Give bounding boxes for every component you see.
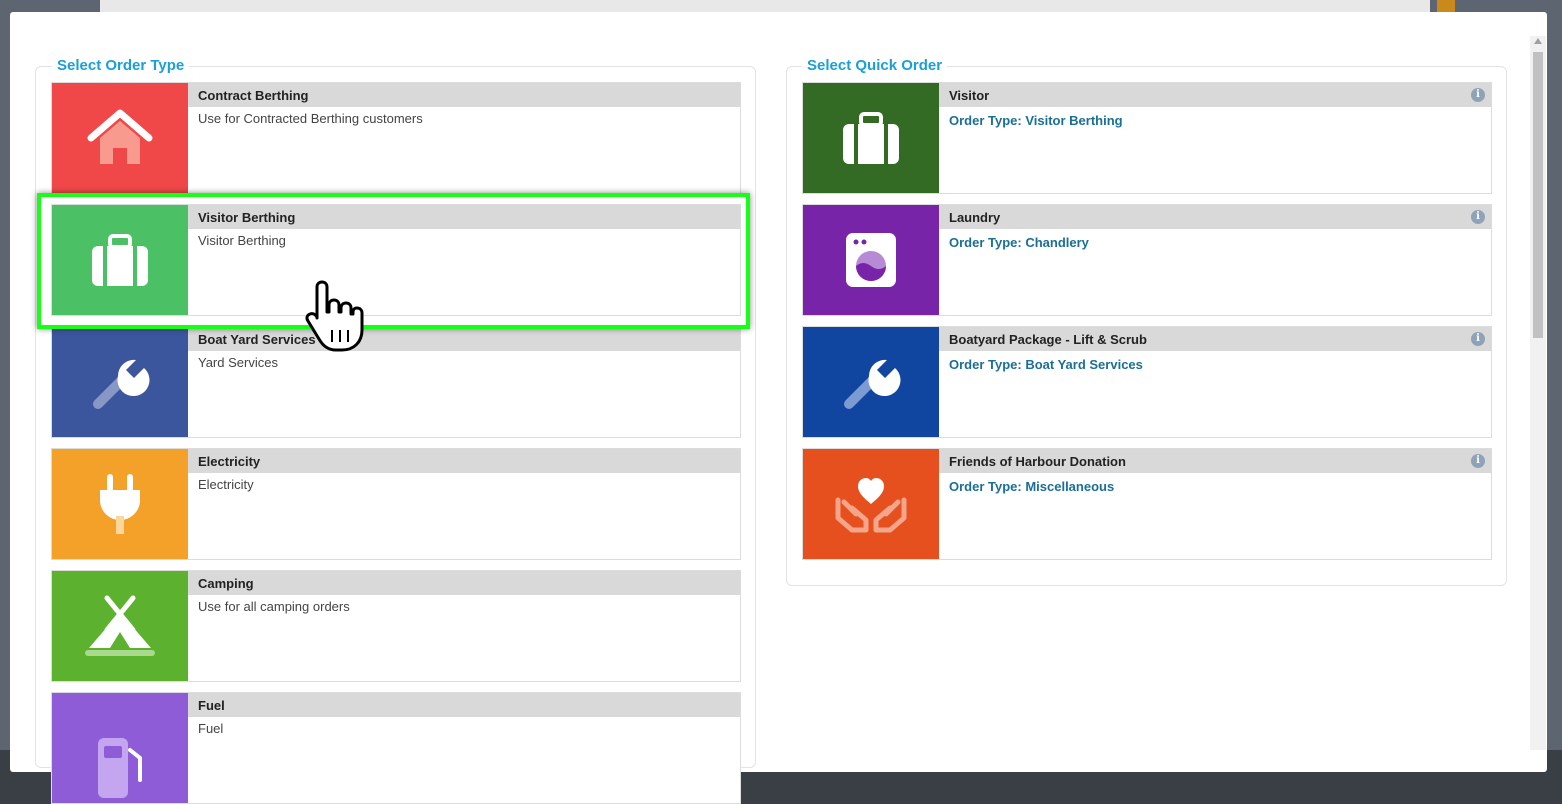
order-type-heading: Select Order Type [52,57,190,74]
quick-order-tile [803,205,939,315]
order-type-card-camping[interactable]: Camping Use for all camping orders [51,570,741,682]
suitcase-icon [843,112,899,164]
info-icon[interactable]: i [1471,454,1485,468]
quick-order-tile [803,83,939,193]
background-header [100,0,1430,12]
info-icon[interactable]: i [1471,88,1485,102]
scrollbar-thumb[interactable] [1533,52,1543,338]
dialog-scrollbar[interactable] [1530,36,1546,750]
order-type-title: Camping [198,576,254,591]
quick-order-card-friends-donation[interactable]: Friends of Harbour Donation i Order Type… [802,448,1492,560]
order-type-tile [52,327,188,437]
order-type-tile [52,693,188,803]
quick-order-heading: Select Quick Order [802,57,948,74]
order-type-description: Yard Services [198,355,278,370]
order-type-card-electricity[interactable]: Electricity Electricity [51,448,741,560]
quick-order-type: Order Type: Boat Yard Services [949,357,1143,372]
scroll-up-icon[interactable] [1534,38,1542,44]
order-type-title: Boat Yard Services [198,332,316,347]
wrench-icon [844,359,901,409]
house-icon [87,109,153,164]
order-type-description: Fuel [198,721,224,736]
wrench-icon [93,359,150,409]
selection-highlight [37,193,750,329]
order-type-title: Electricity [198,454,261,469]
quick-order-type: Order Type: Visitor Berthing [949,113,1123,128]
order-type-card-fuel[interactable]: Fuel Fuel [51,692,741,804]
quick-order-type: Order Type: Chandlery [949,235,1089,250]
quick-order-title: Laundry [949,210,1001,225]
quick-order-tile [803,449,939,559]
order-type-title: Fuel [198,698,225,713]
order-type-tile [52,83,188,193]
background-accent [1437,0,1455,12]
quick-order-card-laundry[interactable]: Laundry i Order Type: Chandlery [802,204,1492,316]
order-type-title: Contract Berthing [198,88,309,103]
quick-order-title: Boatyard Package - Lift & Scrub [949,332,1147,347]
quick-order-card-visitor[interactable]: Visitor i Order Type: Visitor Berthing [802,82,1492,194]
hand-cursor-icon [305,280,364,352]
quick-order-type: Order Type: Miscellaneous [949,479,1115,494]
tent-icon [85,595,155,656]
order-type-tile [52,571,188,681]
info-icon[interactable]: i [1471,332,1485,346]
order-type-description: Use for Contracted Berthing customers [198,111,423,126]
order-type-tile [52,449,188,559]
order-type-card-boat-yard-services[interactable]: Boat Yard Services Yard Services [51,326,741,438]
info-icon[interactable]: i [1471,210,1485,224]
order-type-card-contract-berthing[interactable]: Contract Berthing Use for Contracted Ber… [51,82,741,194]
quick-order-title: Friends of Harbour Donation [949,454,1126,469]
order-type-description: Electricity [198,477,254,492]
quick-order-title: Visitor [949,88,990,103]
quick-order-tile [803,327,939,437]
fuel-pump-icon [98,738,142,798]
washing-machine-icon [846,233,896,287]
order-type-description: Use for all camping orders [198,599,350,614]
plug-icon [100,474,140,534]
quick-order-card-boatyard-package[interactable]: Boatyard Package - Lift & Scrub i Order … [802,326,1492,438]
heart-hands-icon [835,478,907,533]
